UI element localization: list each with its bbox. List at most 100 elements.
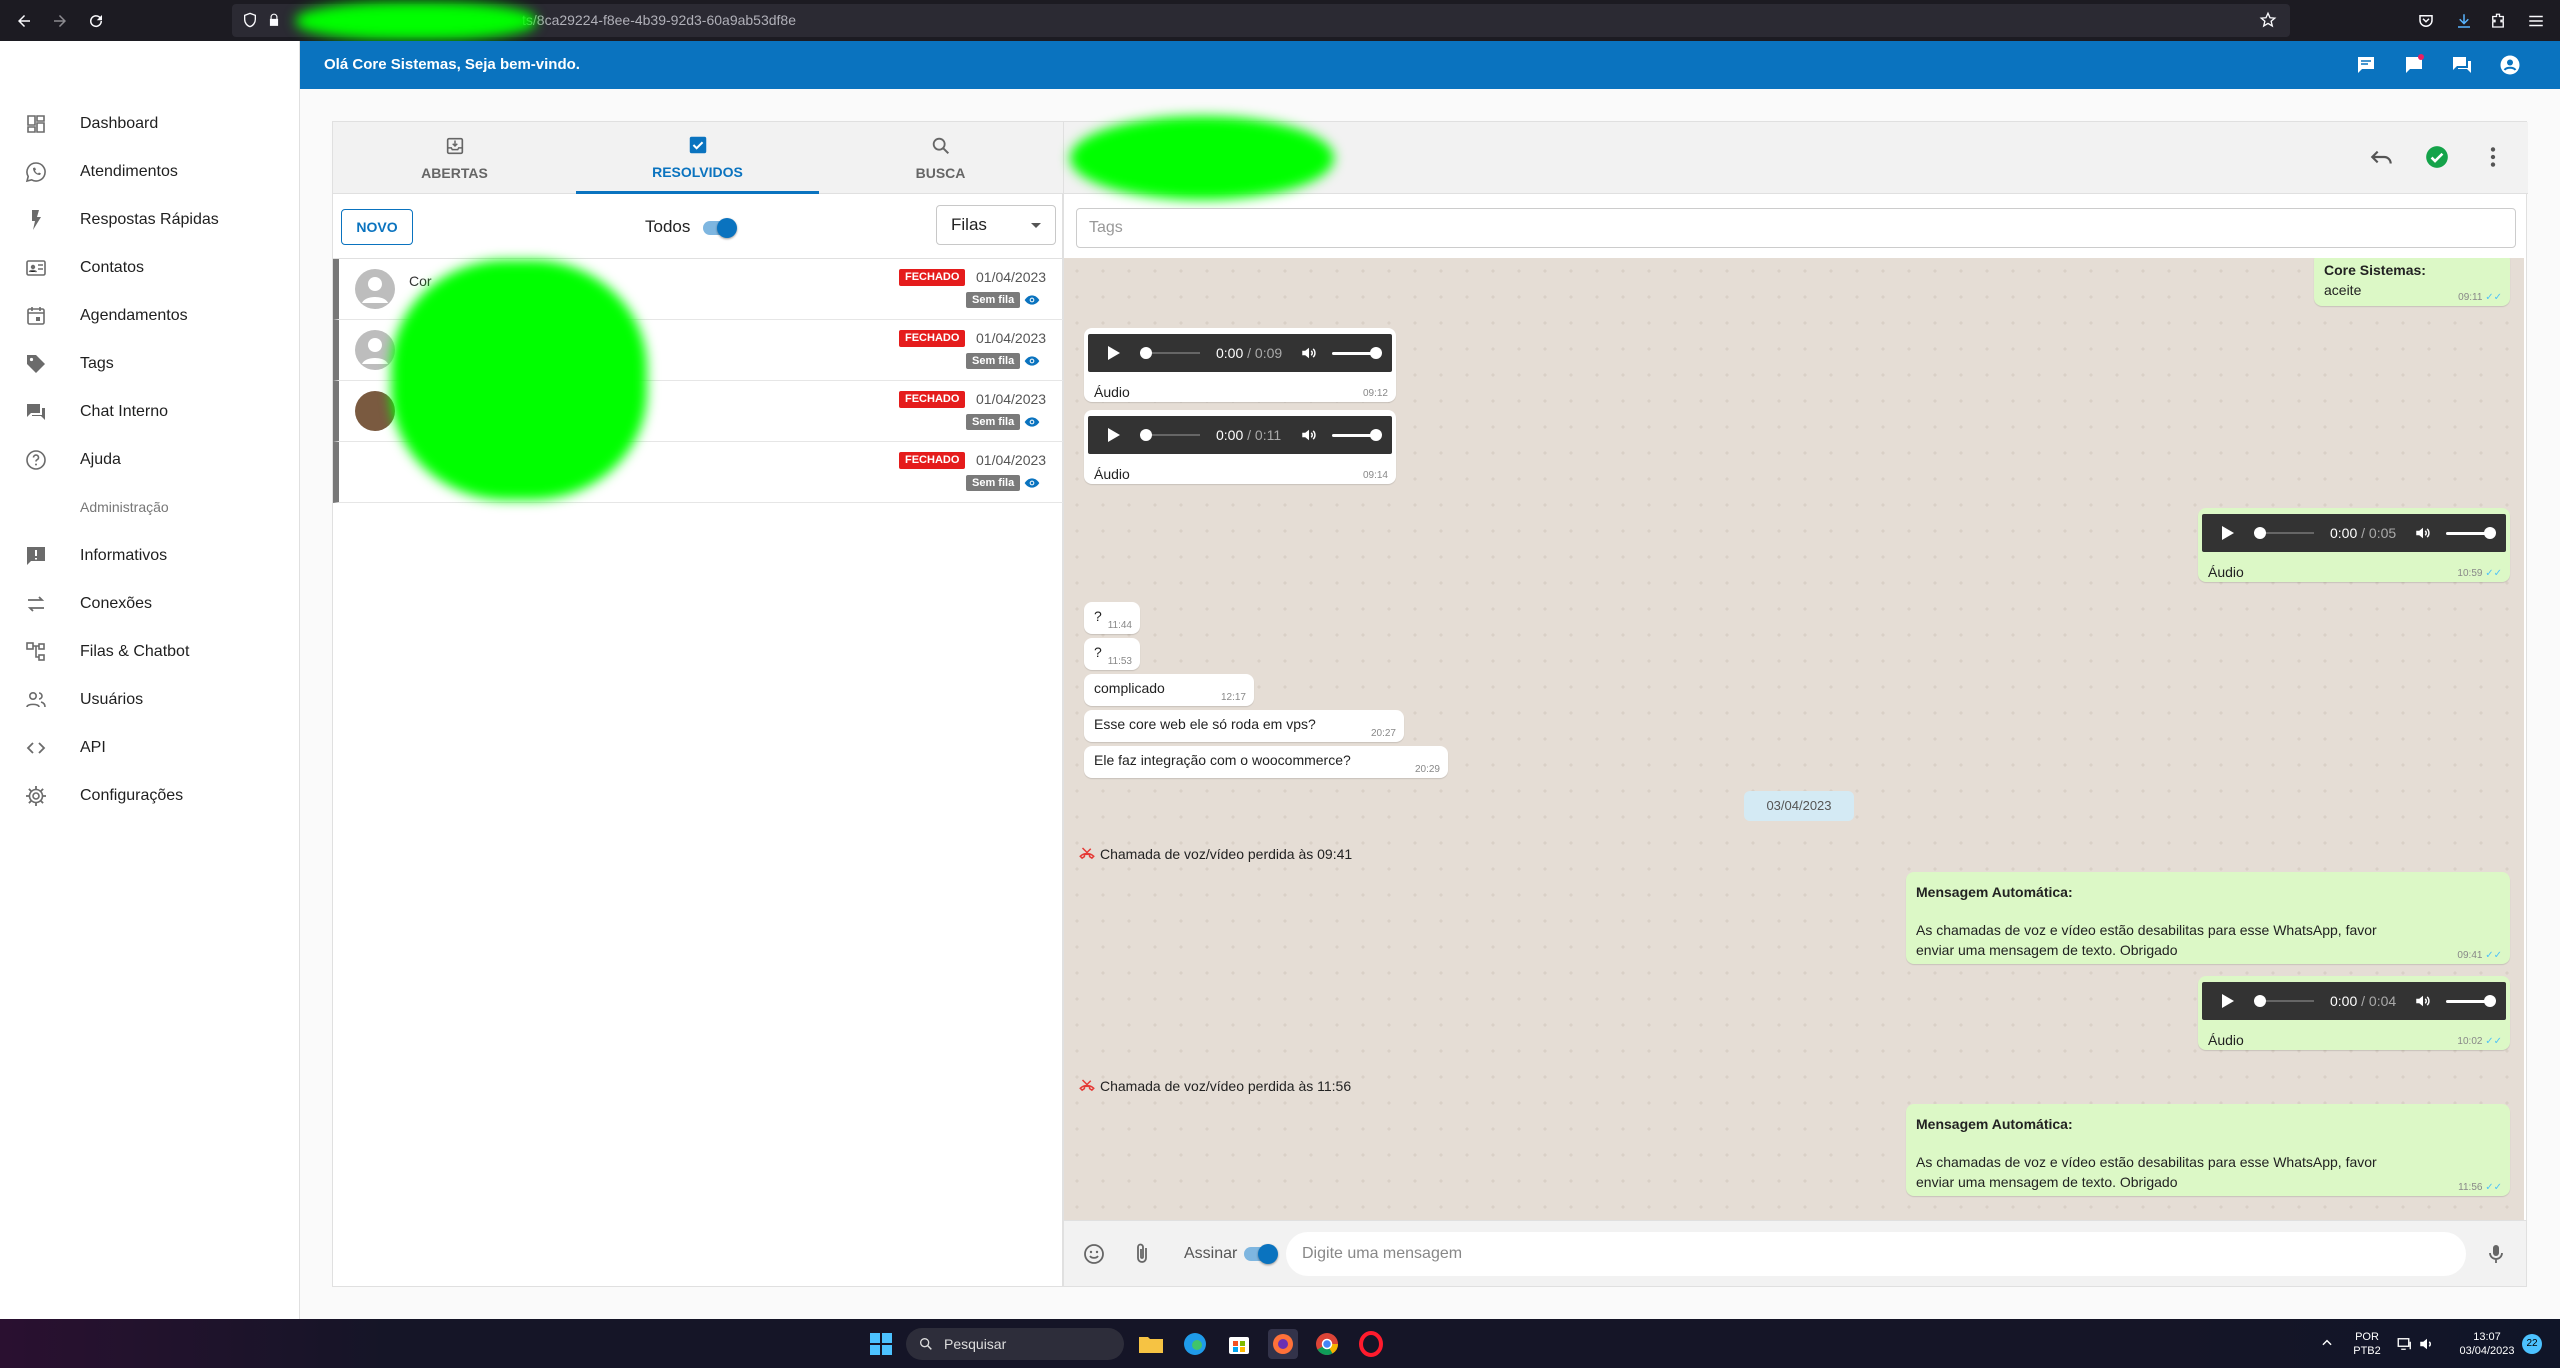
taskbar-search[interactable]: Pesquisar bbox=[906, 1328, 1124, 1360]
audio-player[interactable]: 0:00 / 0:05 bbox=[2202, 514, 2506, 552]
sidebar-item-ajuda[interactable]: Ajuda bbox=[0, 436, 300, 484]
sidebar-item-tags[interactable]: Tags bbox=[0, 340, 300, 388]
audio-message: 0:00 / 0:05 Áudio 10:59 ✓✓ bbox=[2198, 508, 2510, 582]
lock-icon[interactable] bbox=[262, 8, 286, 32]
volume-icon[interactable] bbox=[1300, 344, 1318, 362]
message-input[interactable]: Digite uma mensagem bbox=[1286, 1232, 2466, 1276]
queue-select[interactable]: Filas bbox=[936, 205, 1056, 245]
message-time: 10:02 ✓✓ bbox=[2457, 1036, 2502, 1047]
sidebar-item-atendimentos[interactable]: Atendimentos bbox=[0, 148, 300, 196]
eye-icon[interactable] bbox=[1023, 414, 1041, 430]
notification-badge[interactable]: 22 bbox=[2522, 1334, 2542, 1354]
eye-icon[interactable] bbox=[1023, 353, 1041, 369]
announcement-bell-icon[interactable] bbox=[2402, 53, 2426, 77]
bookmark-star-icon[interactable] bbox=[2256, 8, 2280, 32]
avatar bbox=[355, 452, 395, 492]
volume-icon[interactable] bbox=[2414, 524, 2432, 542]
network-icon[interactable] bbox=[2396, 1335, 2414, 1353]
sidebar-item-agendamentos[interactable]: Agendamentos bbox=[0, 292, 300, 340]
volume-icon[interactable] bbox=[2418, 1335, 2436, 1353]
sidebar-item-label: Filas & Chatbot bbox=[80, 643, 190, 660]
avatar bbox=[355, 391, 395, 431]
message-text: ? bbox=[1094, 608, 1102, 624]
forum-icon[interactable] bbox=[2450, 53, 2474, 77]
address-bar[interactable]: ts/8ca29224-f8ee-4b39-92d3-60a9ab53df8e bbox=[232, 4, 2290, 37]
message-bubble: Ele faz integração com o woocommerce? 20… bbox=[1084, 746, 1448, 778]
audio-player[interactable]: 0:00 / 0:11 bbox=[1088, 416, 1392, 454]
store-icon[interactable] bbox=[1224, 1329, 1254, 1359]
show-all-toggle[interactable] bbox=[703, 218, 737, 238]
play-icon[interactable] bbox=[1108, 428, 1120, 442]
sidebar-item-informativos[interactable]: Informativos bbox=[0, 532, 300, 580]
play-icon[interactable] bbox=[2222, 526, 2234, 540]
seek-handle[interactable] bbox=[2254, 527, 2266, 539]
eye-icon[interactable] bbox=[1023, 475, 1041, 491]
windows-start-icon[interactable] bbox=[866, 1329, 896, 1359]
account-circle-icon[interactable] bbox=[2498, 53, 2522, 77]
language-indicator[interactable]: POR PTB2 bbox=[2350, 1330, 2384, 1358]
language-code: POR bbox=[2355, 1331, 2379, 1343]
chrome-icon[interactable] bbox=[1312, 1329, 1342, 1359]
sidebar-item-api[interactable]: API bbox=[0, 724, 300, 772]
volume-handle[interactable] bbox=[2484, 995, 2496, 1007]
edge-icon[interactable] bbox=[1180, 1329, 1210, 1359]
ticket-date: 01/04/2023 bbox=[976, 391, 1047, 407]
sidebar-item-conexoes[interactable]: Conexões bbox=[0, 580, 300, 628]
seek-handle[interactable] bbox=[1140, 429, 1152, 441]
opera-icon[interactable] bbox=[1356, 1329, 1386, 1359]
windows-taskbar: Pesquisar POR PTB2 13:07 03/04/2023 22 bbox=[0, 1319, 2560, 1368]
seek-handle[interactable] bbox=[1140, 347, 1152, 359]
message-sender: Core Sistemas: bbox=[2324, 262, 2426, 278]
mic-icon[interactable] bbox=[2484, 1242, 2508, 1266]
tags-input[interactable]: Tags bbox=[1076, 208, 2516, 248]
url-text[interactable]: ts/8ca29224-f8ee-4b39-92d3-60a9ab53df8e bbox=[522, 12, 796, 28]
new-ticket-button[interactable]: NOVO bbox=[341, 209, 413, 245]
back-icon[interactable] bbox=[12, 9, 36, 33]
message-text: ? bbox=[1094, 644, 1102, 660]
volume-handle[interactable] bbox=[1370, 347, 1382, 359]
volume-icon[interactable] bbox=[1300, 426, 1318, 444]
extensions-icon[interactable] bbox=[2486, 9, 2510, 33]
tab-busca[interactable]: BUSCA bbox=[819, 122, 1062, 194]
undo-icon[interactable] bbox=[2369, 144, 2395, 170]
reload-icon[interactable] bbox=[84, 9, 108, 33]
download-icon[interactable] bbox=[2452, 9, 2476, 33]
shield-icon[interactable] bbox=[238, 8, 262, 32]
sidebar-item-chat-interno[interactable]: Chat Interno bbox=[0, 388, 300, 436]
tab-abertas[interactable]: ABERTAS bbox=[333, 122, 576, 194]
more-vert-icon[interactable] bbox=[2480, 144, 2506, 170]
pocket-icon[interactable] bbox=[2414, 9, 2438, 33]
firefox-icon[interactable] bbox=[1268, 1329, 1298, 1359]
audio-player[interactable]: 0:00 / 0:04 bbox=[2202, 982, 2506, 1020]
chat-icon[interactable] bbox=[2354, 53, 2378, 77]
emoji-icon[interactable] bbox=[1082, 1242, 1106, 1266]
forward-icon[interactable] bbox=[48, 9, 72, 33]
volume-icon[interactable] bbox=[2414, 992, 2432, 1010]
volume-handle[interactable] bbox=[1370, 429, 1382, 441]
sidebar-item-contatos[interactable]: Contatos bbox=[0, 244, 300, 292]
sign-toggle[interactable] bbox=[1244, 1244, 1278, 1264]
menu-icon[interactable] bbox=[2524, 9, 2548, 33]
attach-icon[interactable] bbox=[1130, 1242, 1154, 1266]
account-tree-icon bbox=[26, 642, 45, 661]
play-icon[interactable] bbox=[1108, 346, 1120, 360]
sidebar-item-dashboard[interactable]: Dashboard bbox=[0, 100, 300, 148]
play-icon[interactable] bbox=[2222, 994, 2234, 1008]
tab-resolvidos[interactable]: RESOLVIDOS bbox=[576, 122, 819, 194]
app-header: Olá Core Sistemas, Seja bem-vindo. bbox=[300, 41, 2560, 89]
audio-player[interactable]: 0:00 / 0:09 bbox=[1088, 334, 1392, 372]
sidebar-item-configuracoes[interactable]: Configurações bbox=[0, 772, 300, 820]
tab-label: RESOLVIDOS bbox=[652, 163, 743, 180]
sidebar-item-respostas-rapidas[interactable]: Respostas Rápidas bbox=[0, 196, 300, 244]
volume-handle[interactable] bbox=[2484, 527, 2496, 539]
clock[interactable]: 13:07 03/04/2023 bbox=[2454, 1330, 2520, 1358]
ticket-contact-name: Cor bbox=[409, 273, 432, 289]
check-circle-icon[interactable] bbox=[2424, 144, 2450, 170]
eye-icon[interactable] bbox=[1023, 292, 1041, 308]
audio-message: 0:00 / 0:09 Áudio 09:12 bbox=[1084, 328, 1396, 402]
seek-handle[interactable] bbox=[2254, 995, 2266, 1007]
sidebar-item-usuarios[interactable]: Usuários bbox=[0, 676, 300, 724]
chevron-up-icon[interactable] bbox=[2320, 1336, 2334, 1350]
sidebar-item-filas-chatbot[interactable]: Filas & Chatbot bbox=[0, 628, 300, 676]
file-explorer-icon[interactable] bbox=[1136, 1329, 1166, 1359]
